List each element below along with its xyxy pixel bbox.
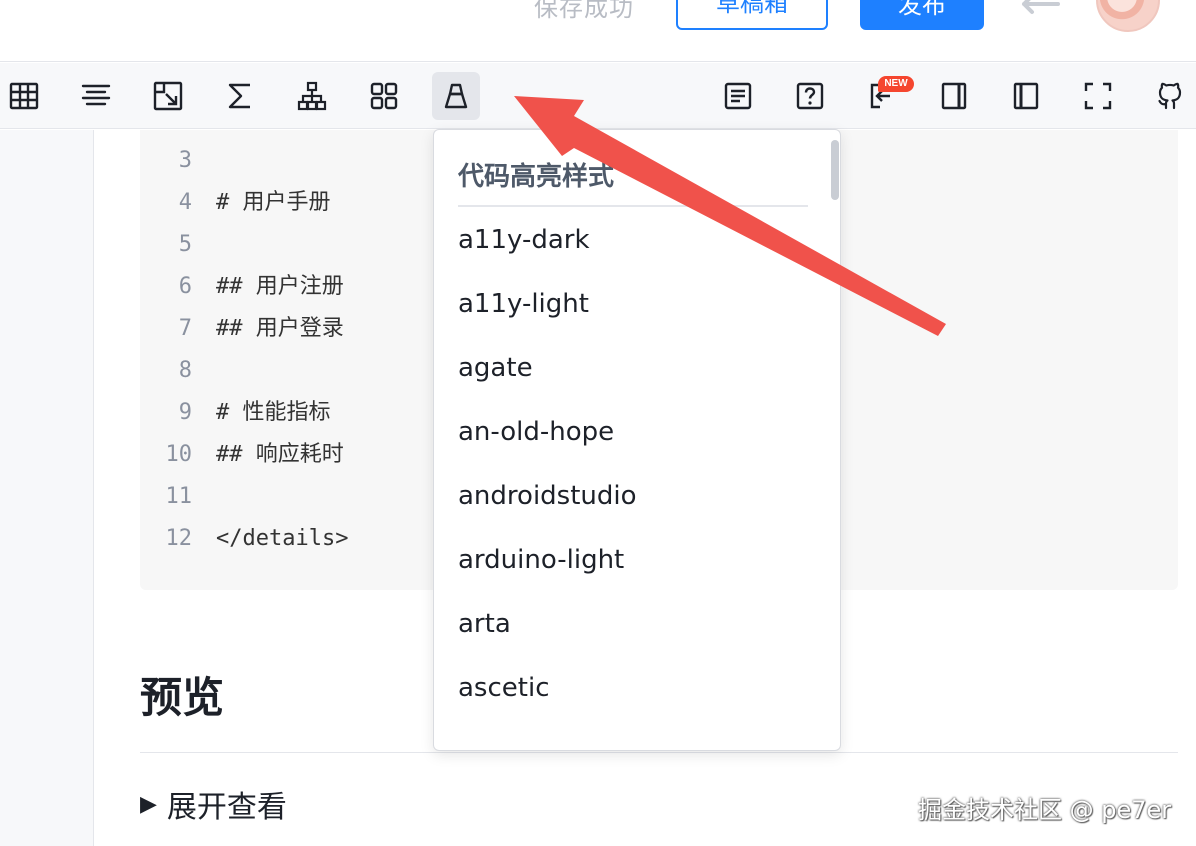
line-number: 10 (165, 442, 193, 467)
line-number: 4 (178, 190, 192, 215)
insert-image-icon (153, 81, 183, 111)
sidebar-icon (1013, 82, 1039, 110)
github-icon (1158, 82, 1182, 110)
formula-button[interactable] (216, 72, 264, 120)
line-number: 8 (178, 358, 192, 383)
table-icon (9, 82, 39, 110)
preview-panel-icon (941, 82, 967, 110)
save-status-text: 保存成功 (534, 0, 634, 22)
line-number: 12 (165, 526, 193, 551)
editor-toolbar (0, 63, 1196, 129)
code-theme-icon (444, 83, 468, 109)
line-number: 11 (165, 484, 193, 509)
sidebar-toggle-button[interactable] (1002, 72, 1050, 120)
details-summary-toggle[interactable]: ▶ 展开查看 (140, 782, 287, 826)
switch-editor-icon[interactable] (1018, 0, 1062, 16)
github-button[interactable] (1146, 72, 1194, 120)
theme-option[interactable]: arta (458, 604, 511, 644)
draft-box-button[interactable]: 草稿箱 (676, 0, 828, 30)
code-theme-button[interactable] (432, 72, 480, 120)
theme-option[interactable]: an-old-hope (458, 412, 614, 452)
layout-grid-button[interactable] (360, 72, 408, 120)
code-text: </details> (216, 526, 349, 551)
theme-option[interactable]: a11y-dark (458, 220, 590, 260)
help-icon (796, 82, 824, 110)
contents-button[interactable] (714, 72, 762, 120)
table-button[interactable] (0, 72, 48, 120)
code-text: # 用户手册 (216, 190, 331, 215)
align-button[interactable] (72, 72, 120, 120)
dropdown-title: 代码高亮样式 (458, 162, 615, 192)
fullscreen-button[interactable] (1074, 72, 1122, 120)
theme-option[interactable]: ascetic (458, 668, 549, 708)
publish-button[interactable]: 发布 (860, 0, 984, 30)
insert-image-button[interactable] (144, 72, 192, 120)
line-number: 5 (178, 232, 192, 257)
line-number: 9 (178, 400, 192, 425)
diagram-icon (297, 81, 327, 111)
align-icon (81, 84, 111, 106)
user-avatar[interactable] (1096, 0, 1160, 32)
line-number: 3 (178, 148, 192, 173)
preview-heading: 预览 (140, 673, 225, 722)
code-text: ## 用户登录 (216, 316, 344, 341)
top-header: 保存成功 草稿箱 发布 (0, 0, 1196, 62)
triangle-right-icon: ▶ (140, 791, 157, 817)
heading-divider (140, 752, 1178, 753)
theme-option[interactable]: androidstudio (458, 476, 637, 516)
preview-panel-button[interactable] (930, 72, 978, 120)
code-text: ## 用户注册 (216, 274, 344, 299)
fullscreen-icon (1084, 82, 1112, 110)
dropdown-scrollbar[interactable] (831, 140, 839, 200)
editor-left-gutter (0, 130, 94, 846)
line-number: 6 (178, 274, 192, 299)
details-summary-label: 展开查看 (166, 790, 287, 825)
theme-option[interactable]: a11y-light (458, 284, 589, 324)
new-badge: NEW (878, 76, 914, 92)
code-theme-dropdown: 代码高亮样式 a11y-dark a11y-light agate an-old… (433, 129, 841, 751)
help-button[interactable] (786, 72, 834, 120)
theme-option[interactable]: agate (458, 348, 533, 388)
contents-icon (724, 82, 752, 110)
code-text: ## 响应耗时 (216, 442, 344, 467)
diagram-button[interactable] (288, 72, 336, 120)
formula-icon (228, 83, 250, 109)
theme-option[interactable]: arduino-light (458, 540, 624, 580)
grid-icon (370, 82, 398, 110)
dropdown-divider (458, 205, 808, 207)
line-number: 7 (178, 316, 192, 341)
watermark: 掘金技术社区 @ pe7er (918, 796, 1172, 824)
code-text: # 性能指标 (216, 400, 331, 425)
